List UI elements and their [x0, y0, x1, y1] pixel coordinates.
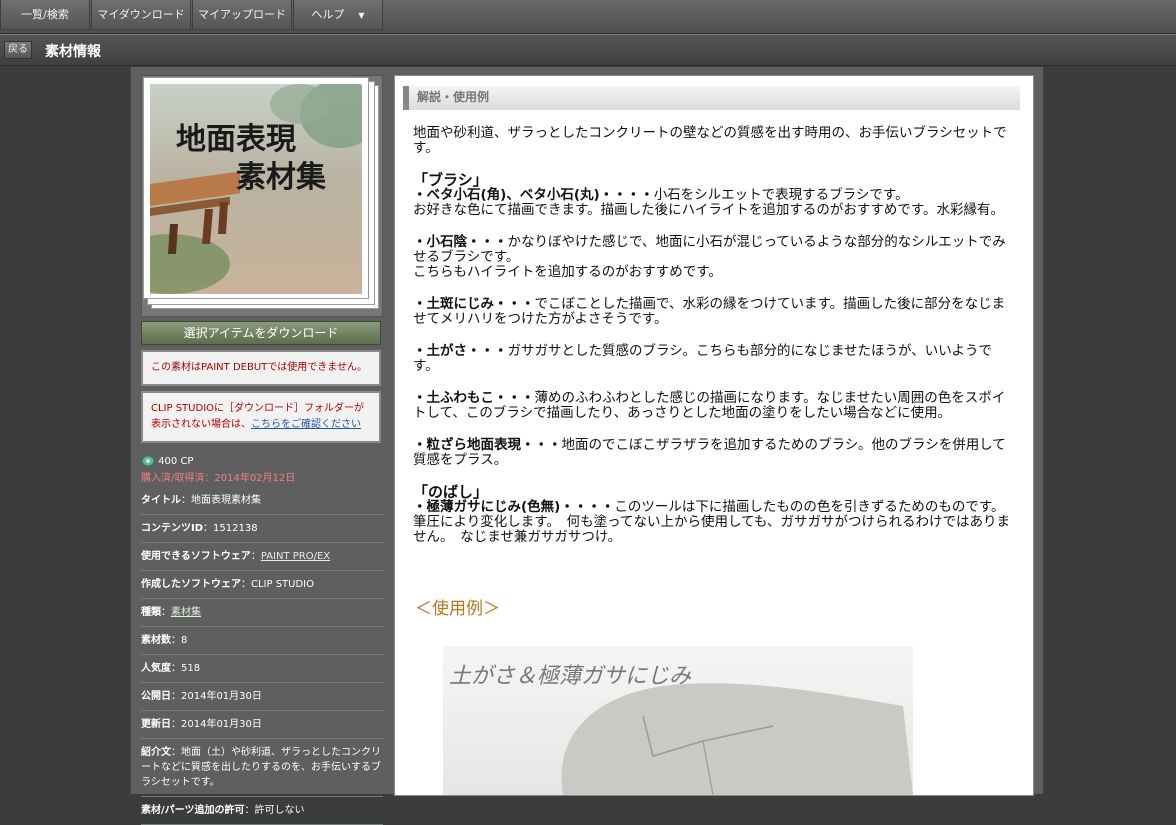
info-row-introduction: 紹介文：地面（土）や砂利道、ザラっとしたコンクリートなどに質感を出したりするのを…: [141, 739, 383, 797]
content-container: 地面表現 素材集 選択アイテムをダウンロード この素材はPAINT DEBUTで…: [130, 67, 1044, 825]
left-column: 地面表現 素材集 選択アイテムをダウンロード この素材はPAINT DEBUTで…: [141, 75, 383, 825]
info-label: タイトル: [141, 495, 181, 506]
info-row-title: タイトル：地面表現素材集: [141, 487, 383, 515]
brush-item-extra: お好きな色にて描画できます。描画した後にハイライトを追加するのがおすすめです。水…: [413, 202, 1005, 218]
brush-item-name: ・ベタ小石(角)、ベタ小石(丸)・・・・: [413, 187, 654, 203]
example-heading: ＜使用例＞: [415, 599, 500, 619]
download-selected-button[interactable]: 選択アイテムをダウンロード: [141, 321, 381, 345]
info-value: ：地面表現素材集: [181, 495, 261, 506]
info-value: ：2014年01月30日: [171, 691, 262, 702]
brush-item-name: ・土ふわもこ・・・: [413, 390, 535, 406]
brush-heading: 「ブラシ」: [413, 171, 488, 189]
cp-value: 400 CP: [158, 456, 194, 467]
back-button[interactable]: 戻る: [4, 41, 32, 59]
type-link[interactable]: 素材集: [171, 607, 201, 618]
chevron-down-icon: ▼: [358, 11, 365, 20]
info-label: 素材/パーツ追加の許可: [141, 805, 245, 816]
info-label: 種類: [141, 607, 161, 618]
info-row-published: 公開日：2014年01月30日: [141, 683, 383, 711]
thumbnail-title-line2: 素材集: [236, 160, 326, 195]
info-label: 作成したソフトウェア: [141, 579, 241, 590]
info-row-software: 使用できるソフトウェア：PAINT PRO/EX: [141, 543, 383, 571]
thumbnail[interactable]: 地面表現 素材集: [143, 77, 369, 299]
cp-row: 400 CP: [141, 453, 383, 471]
info-row-permission: 素材/パーツ追加の許可：許可しない: [141, 797, 383, 825]
top-nav: 一覧/検索 マイダウンロード マイアップロード ヘルプ ▼: [0, 0, 1176, 34]
tab-help[interactable]: ヘルプ ▼: [293, 0, 383, 30]
tab-help-label: ヘルプ: [311, 8, 345, 21]
sub-header: 戻る 素材情報: [0, 34, 1176, 66]
tab-my-downloads[interactable]: マイダウンロード: [91, 0, 191, 30]
tab-my-uploads[interactable]: マイアップロード: [192, 0, 292, 30]
info-row-created-with: 作成したソフトウェア：CLIP STUDIO: [141, 571, 383, 599]
info-label: 素材数: [141, 635, 171, 646]
info-row-type: 種類：素材集: [141, 599, 383, 627]
info-row-popularity: 人気度：518: [141, 655, 383, 683]
example-image: 土がさ＆極薄ガサにじみ: [443, 646, 913, 795]
example-image-caption: 土がさ＆極薄ガサにじみ: [449, 664, 692, 689]
info-value: ：518: [171, 663, 201, 674]
brush-item: ・小石陰・・・かなりぼやけた感じで、地面に小石が混じっているような部分的なシルエ…: [413, 235, 1015, 280]
description-text: 地面や砂利道、ザラっとしたコンクリートの壁などの質感を出す時用の、お手伝いブラシ…: [413, 126, 1015, 562]
brush-item: ・土ふわもこ・・・薄めのふわふわとした感じの描画になります。なじませたい周囲の色…: [413, 391, 1015, 421]
nobashi-item-name: ・極薄ガサにじみ(色無)・・・・: [413, 499, 615, 515]
brush-item: ・粒ざら地面表現・・・地面のでこぼこザラザラを追加するためのブラシ。他のブラシを…: [413, 438, 1015, 468]
paint-debut-notice: この素材はPAINT DEBUTでは使用できません。: [141, 350, 381, 386]
brush-item-name: ・粒ざら地面表現・・・: [413, 437, 562, 453]
info-value: ：2014年01月30日: [171, 719, 262, 730]
nobashi-heading: 「のばし」: [413, 483, 489, 501]
intro-text: 地面や砂利道、ザラっとしたコンクリートの壁などの質感を出す時用の、お手伝いブラシ…: [413, 125, 1007, 156]
info-label: 使用できるソフトウェア: [141, 551, 251, 562]
thumbnail-image: 地面表現 素材集: [150, 84, 362, 294]
info-value: ：CLIP STUDIO: [241, 579, 315, 590]
brush-item-name: ・小石陰・・・: [413, 234, 508, 250]
info-value: ：8: [171, 635, 188, 646]
brush-item: ・土がさ・・・ガサガサとした質感のブラシ。こちらも部分的になじませたほうが、いい…: [413, 344, 1015, 374]
cp-icon: [141, 455, 155, 467]
thumbnail-frame: 地面表現 素材集: [141, 75, 383, 317]
check-here-link[interactable]: こちらをご確認ください: [251, 419, 361, 430]
brush-item: ・ベタ小石(角)、ベタ小石(丸)・・・・小石をシルエットで表現するブラシです。お…: [413, 188, 1015, 218]
download-folder-notice: CLIP STUDIOに［ダウンロード］フォルダーが表示されない場合は、こちらを…: [141, 391, 381, 443]
brush-item-text: 小石をシルエットで表現するブラシです。: [653, 187, 909, 203]
info-value: ：許可しない: [244, 805, 305, 816]
info-label: 公開日: [141, 691, 171, 702]
material-info: 400 CP 購入済/取得済：2014年02月12日 タイトル：地面表現素材集 …: [141, 453, 383, 825]
info-value: ：地面（土）や砂利道、ザラっとしたコンクリートなどに質感を出したりするのを、お手…: [141, 747, 381, 788]
info-label: 人気度: [141, 663, 171, 674]
info-row-updated: 更新日：2014年01月30日: [141, 711, 383, 739]
info-label: 更新日: [141, 719, 171, 730]
brush-item-name: ・土斑にじみ・・・: [413, 296, 535, 312]
info-value: ：1512138: [203, 523, 258, 534]
info-label: 紹介文: [141, 747, 171, 758]
tab-list-search[interactable]: 一覧/検索: [0, 0, 90, 30]
info-row-count: 素材数：8: [141, 627, 383, 655]
description-panel: 解説・使用例 地面や砂利道、ザラっとしたコンクリートの壁などの質感を出す時用の、…: [394, 75, 1034, 796]
info-label: コンテンツID: [141, 523, 204, 534]
paint-debut-notice-text: この素材はPAINT DEBUTでは使用できません。: [151, 362, 367, 373]
nobashi-item: ・極薄ガサにじみ(色無)・・・・このツールは下に描画したものの色を引きずるための…: [413, 500, 1015, 545]
brush-item: ・土斑にじみ・・・でこぼことした描画で、水彩の縁をつけています。描画した後に部分…: [413, 297, 1015, 327]
info-value: ：: [250, 551, 261, 562]
info-value: ：: [161, 607, 171, 618]
purchased-date: 購入済/取得済：2014年02月12日: [141, 473, 296, 484]
page-title: 素材情報: [45, 44, 101, 60]
software-link[interactable]: PAINT PRO/EX: [261, 551, 330, 562]
brush-item-name: ・土がさ・・・: [413, 343, 508, 359]
info-row-content-id: コンテンツID：1512138: [141, 515, 383, 543]
section-heading: 解説・使用例: [403, 86, 1020, 110]
brush-item-extra: こちらもハイライトを追加するのがおすすめです。: [413, 264, 722, 280]
